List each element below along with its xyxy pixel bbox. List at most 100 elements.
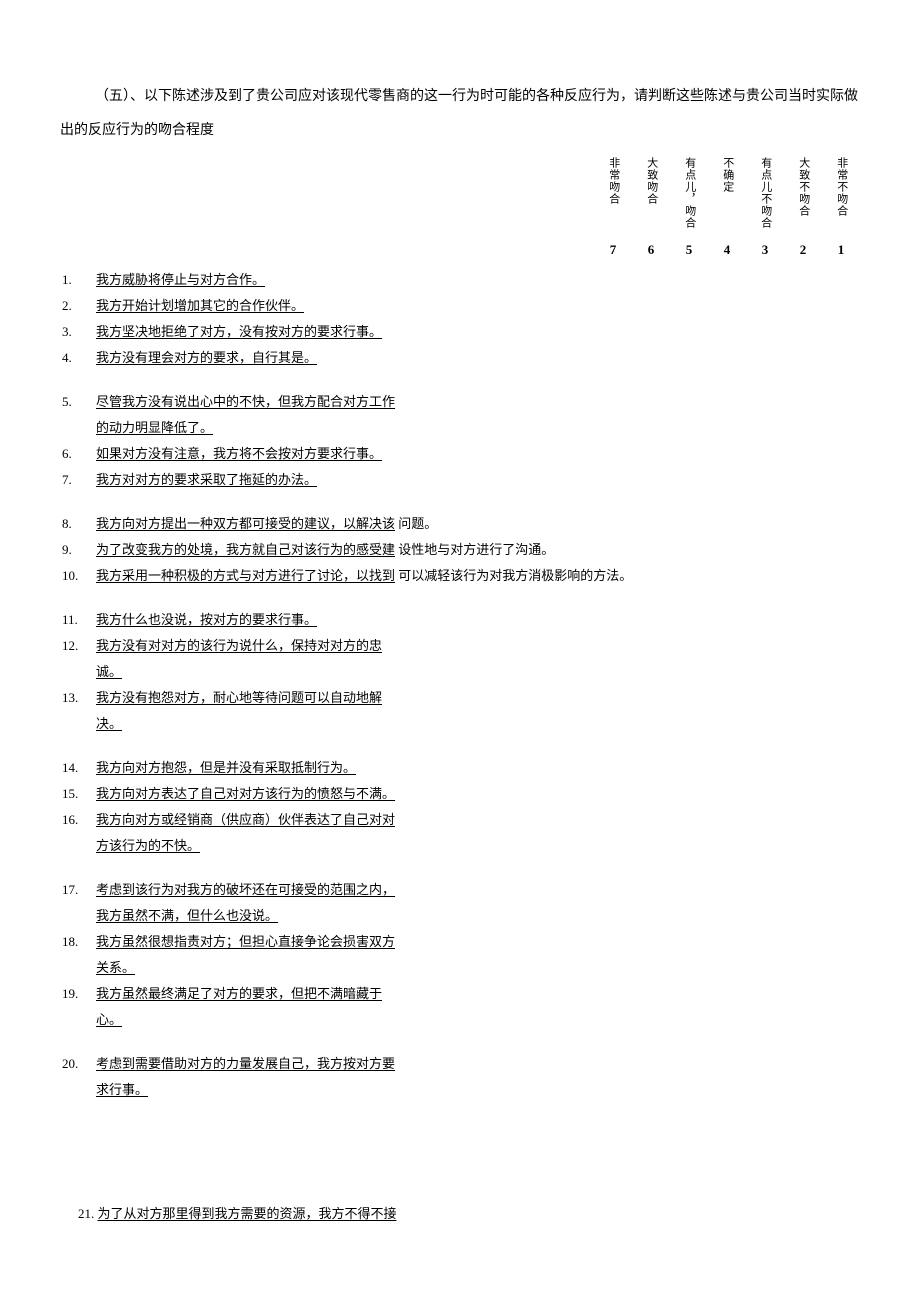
- item-number: 20.: [60, 1051, 96, 1077]
- item-row: 16.我方向对方或经销商（供应商）伙伴表达了自己对对: [60, 807, 860, 833]
- item-row-cont: 诚。: [60, 659, 860, 685]
- item-row: 13.我方没有抱怨对方，耐心地等待问题可以自动地解: [60, 685, 860, 711]
- item-text-cont-wrap: 的动力明显降低了。: [96, 415, 860, 441]
- item-number: 14.: [60, 755, 96, 781]
- scale-number: 2: [784, 241, 822, 259]
- item-text-wrap: 我方采用一种积极的方式与对方进行了讨论，以找到 可以减轻该行为对我方消极影响的方…: [96, 563, 860, 589]
- item-text-wrap: 如果对方没有注意，我方将不会按对方要求行事。: [96, 441, 860, 467]
- item-text-wrap: 我方向对方提出一种双方都可接受的建议，以解决该 问题。: [96, 511, 860, 537]
- item-row: 2. 我方开始计划增加其它的合作伙伴。: [60, 293, 860, 319]
- item-text: 我方对对方的要求采取了拖延的办法。: [96, 472, 317, 487]
- item-text-cont: 求行事。: [96, 1082, 148, 1097]
- scale-number: 6: [632, 241, 670, 259]
- item-text-cont-wrap: 关系。: [96, 955, 860, 981]
- item-text-tail: 设性地与对方进行了沟通。: [395, 542, 554, 557]
- item-text-wrap: 我方虽然最终满足了对方的要求，但把不满暗藏于: [96, 981, 860, 1007]
- scale-label: 大致吻合: [643, 157, 658, 237]
- item-text: 我方向对方或经销商（供应商）伙伴表达了自己对对: [96, 812, 395, 827]
- group-gap: [60, 589, 860, 607]
- item-row-cont: 关系。: [60, 955, 860, 981]
- scale-label: 不确定: [719, 157, 734, 237]
- item-text-cont: 我方虽然不满，但什么也没说。: [96, 908, 278, 923]
- items-container: 1.我方威胁将停止与对方合作。2. 我方开始计划增加其它的合作伙伴。3.我方坚决…: [60, 267, 860, 1103]
- item-row-cont: 我方虽然不满，但什么也没说。: [60, 903, 860, 929]
- group-gap: [60, 371, 860, 389]
- item-number: 6.: [60, 441, 96, 467]
- item-number: 10.: [60, 563, 96, 589]
- item-text-cont: 心。: [96, 1012, 122, 1027]
- item-text-wrap: 我方对对方的要求采取了拖延的办法。: [96, 467, 860, 493]
- scale-number: 3: [746, 241, 784, 259]
- item-row: 11.我方什么也没说，按对方的要求行事。: [60, 607, 860, 633]
- scale-label: 有点儿不吻合: [757, 157, 772, 237]
- scale-number: 7: [594, 241, 632, 259]
- item-number: 1.: [60, 267, 96, 293]
- item-text-wrap: 我方威胁将停止与对方合作。: [96, 267, 860, 293]
- item-row: 9.为了改变我方的处境，我方就自己对该行为的感受建 设性地与对方进行了沟通。: [60, 537, 860, 563]
- scale-column: 有点儿不吻合 3: [746, 157, 784, 259]
- item-text-cont-wrap: 方该行为的不快。: [96, 833, 860, 859]
- item-row-cont: 求行事。: [60, 1077, 860, 1103]
- item-row: 4.我方没有理会对方的要求，自行其是。: [60, 345, 860, 371]
- item-text-wrap: 我方坚决地拒绝了对方，没有按对方的要求行事。: [96, 319, 860, 345]
- item-row: 3.我方坚决地拒绝了对方，没有按对方的要求行事。: [60, 319, 860, 345]
- item-text: 为了改变我方的处境，我方就自己对该行为的感受建: [96, 542, 395, 557]
- item-text-cont: 的动力明显降低了。: [96, 420, 213, 435]
- scale-header: 非常吻合7大致吻合6有点儿，吻合5不确定4有点儿不吻合3大致不吻合2非常不吻合1: [60, 157, 860, 259]
- item-row: 1.我方威胁将停止与对方合作。: [60, 267, 860, 293]
- item-text: 我方向对方提出一种双方都可接受的建议，以解决该: [96, 516, 395, 531]
- item-number: 17.: [60, 877, 96, 903]
- item-text-wrap: 我方向对方抱怨，但是并没有采取抵制行为。: [96, 755, 860, 781]
- item-number: 8.: [60, 511, 96, 537]
- group-gap: [60, 1033, 860, 1051]
- item-text-cont-wrap: 求行事。: [96, 1077, 860, 1103]
- item-number: 5.: [60, 389, 96, 415]
- item-text-cont: 方该行为的不快。: [96, 838, 200, 853]
- item-row: 7.我方对对方的要求采取了拖延的办法。: [60, 467, 860, 493]
- item-text-cont-wrap: 我方虽然不满，但什么也没说。: [96, 903, 860, 929]
- item-text-wrap: 考虑到需要借助对方的力量发展自己，我方按对方要: [96, 1051, 860, 1077]
- item-row: 17.考虑到该行为对我方的破坏还在可接受的范围之内，: [60, 877, 860, 903]
- item-row: 14.我方向对方抱怨，但是并没有采取抵制行为。: [60, 755, 860, 781]
- item-text-tail: 可以减轻该行为对我方消极影响的方法。: [395, 568, 632, 583]
- item-number: 9.: [60, 537, 96, 563]
- item-text: 我方坚决地拒绝了对方，没有按对方的要求行事。: [96, 324, 382, 339]
- item-text-cont: 决。: [96, 716, 122, 731]
- item-text-wrap: 考虑到该行为对我方的破坏还在可接受的范围之内，: [96, 877, 860, 903]
- item-row-cont: 心。: [60, 1007, 860, 1033]
- scale-number: 1: [822, 241, 860, 259]
- item-number: 21.: [78, 1206, 94, 1221]
- scale-number: 4: [708, 241, 746, 259]
- item-text: 考虑到该行为对我方的破坏还在可接受的范围之内，: [96, 882, 395, 897]
- item-number: 13.: [60, 685, 96, 711]
- scale-column: 大致不吻合 2: [784, 157, 822, 259]
- group-gap: [60, 859, 860, 877]
- item-text: 我方向对方抱怨，但是并没有采取抵制行为。: [96, 760, 356, 775]
- scale-label: 大致不吻合: [795, 157, 810, 237]
- item-text: 我方什么也没说，按对方的要求行事。: [96, 612, 317, 627]
- item-text-wrap: 我方没有理会对方的要求，自行其是。: [96, 345, 860, 371]
- item-row: 19.我方虽然最终满足了对方的要求，但把不满暗藏于: [60, 981, 860, 1007]
- item-number: 18.: [60, 929, 96, 955]
- item-text-cont-wrap: 决。: [96, 711, 860, 737]
- item-text-wrap: 我方向对方表达了自己对对方该行为的愤怒与不满。: [96, 781, 860, 807]
- item-text: 我方虽然最终满足了对方的要求，但把不满暗藏于: [96, 986, 382, 1001]
- item-row-cont: 的动力明显降低了。: [60, 415, 860, 441]
- item-number: 19.: [60, 981, 96, 1007]
- item-row: 12.我方没有对对方的该行为说什么，保持对对方的忠: [60, 633, 860, 659]
- item-number: 2.: [60, 293, 96, 319]
- item-text-cont-wrap: 诚。: [96, 659, 860, 685]
- item-text: 我方没有理会对方的要求，自行其是。: [96, 350, 317, 365]
- item-text-wrap: 我方虽然很想指责对方；但担心直接争论会损害双方: [96, 929, 860, 955]
- item-text-wrap: 我方没有抱怨对方，耐心地等待问题可以自动地解: [96, 685, 860, 711]
- item-number: 12.: [60, 633, 96, 659]
- item-number: 7.: [60, 467, 96, 493]
- item-text: 我方威胁将停止与对方合作。: [96, 272, 265, 287]
- item-21-row: 21. 为了从对方那里得到我方需要的资源，我方不得不接: [60, 1203, 860, 1222]
- scale-column: 非常不吻合1: [822, 157, 860, 259]
- group-gap: [60, 493, 860, 511]
- scale-column: 大致吻合 6: [632, 157, 670, 259]
- item-row: 5.尽管我方没有说出心中的不快，但我方配合对方工作: [60, 389, 860, 415]
- item-text-wrap: 我方什么也没说，按对方的要求行事。: [96, 607, 860, 633]
- item-number: 15.: [60, 781, 96, 807]
